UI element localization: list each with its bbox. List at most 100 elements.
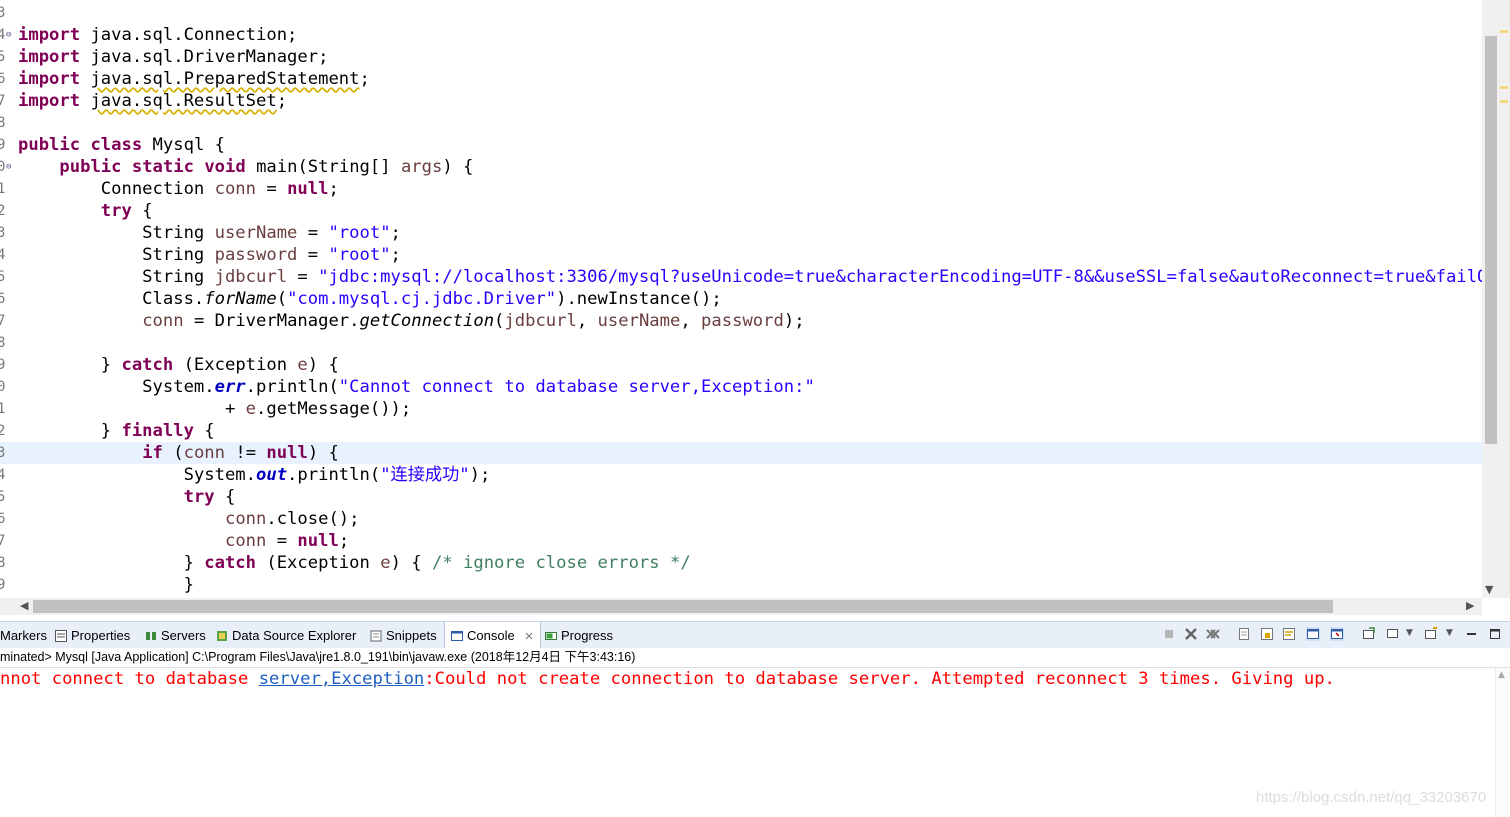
tab-snippets[interactable]: Snippets bbox=[370, 622, 437, 649]
data-source-icon bbox=[217, 631, 227, 641]
code-text: try { bbox=[100, 201, 153, 221]
tab-label: Servers bbox=[161, 628, 206, 643]
line-number: 6 bbox=[0, 291, 6, 307]
code-line[interactable]: 8 } catch (Exception e) { /* ignore clos… bbox=[0, 552, 1482, 574]
code-line[interactable]: 3 String userName = "root"; bbox=[0, 222, 1482, 244]
code-line[interactable]: 7 conn = null; bbox=[0, 530, 1482, 552]
code-line[interactable]: 0 ⊖ public static void main(String[] args… bbox=[0, 156, 1482, 178]
line-number: 7 bbox=[0, 313, 6, 329]
code-editor[interactable]: 3 4 ⊖ import java.sql.Connection; 5 import ja… bbox=[0, 0, 1482, 598]
line-number: 3 bbox=[0, 5, 6, 21]
maximize-icon[interactable] bbox=[1488, 627, 1502, 641]
code-line[interactable]: 1 + e.getMessage()); bbox=[0, 398, 1482, 420]
tab-markers[interactable]: Markers bbox=[0, 622, 47, 649]
code-line[interactable]: 9 } bbox=[0, 574, 1482, 596]
line-number: 0 bbox=[0, 379, 6, 395]
new-console-icon[interactable] bbox=[1424, 627, 1438, 641]
code-text: System.out.println("连接成功"); bbox=[18, 465, 491, 485]
fold-toggle-icon[interactable]: ⊖ bbox=[6, 156, 11, 178]
code-text: String password = "root"; bbox=[18, 245, 401, 265]
remove-launch-icon[interactable] bbox=[1184, 627, 1198, 641]
code-text: import java.sql.DriverManager; bbox=[18, 47, 329, 67]
warning-marker[interactable] bbox=[1500, 100, 1508, 103]
line-number: 3 bbox=[0, 445, 6, 461]
tab-servers[interactable]: Servers bbox=[145, 622, 206, 649]
code-line[interactable]: 4 System.out.println("连接成功"); bbox=[0, 464, 1482, 486]
chevron-down-icon[interactable]: ▼ bbox=[1446, 628, 1453, 638]
console-hyperlink[interactable]: server,Exception bbox=[259, 669, 425, 689]
code-line[interactable]: 8 bbox=[0, 112, 1482, 134]
code-text: conn = null; bbox=[224, 531, 350, 551]
display-selected-console-icon[interactable] bbox=[1386, 627, 1400, 641]
code-text: String jdbcurl = "jdbc:mysql://localhost… bbox=[18, 267, 1482, 287]
line-number: 5 bbox=[0, 489, 6, 505]
code-line[interactable]: 5 import java.sql.DriverManager; bbox=[0, 46, 1482, 68]
code-line[interactable]: 7 conn = DriverManager.getConnection(jdb… bbox=[0, 310, 1482, 332]
code-line[interactable]: 1 Connection conn = null; bbox=[0, 178, 1482, 200]
pin-console-icon[interactable] bbox=[1306, 627, 1320, 641]
code-line[interactable]: 4 String password = "root"; bbox=[0, 244, 1482, 266]
code-text: try { bbox=[183, 487, 236, 507]
code-line[interactable]: 5 String jdbcurl = "jdbc:mysql://localho… bbox=[0, 266, 1482, 288]
code-text: + e.getMessage()); bbox=[18, 399, 412, 419]
code-text: } catch (Exception e) { /* ignore close … bbox=[18, 553, 691, 573]
code-line[interactable]: 6 import java.sql.PreparedStatement; bbox=[0, 68, 1482, 90]
tab-data-source-explorer[interactable]: Data Source Explorer bbox=[216, 622, 356, 649]
editor-vertical-scroll-thumb[interactable] bbox=[1485, 36, 1497, 444]
console-error-text: :Could not create connection to database… bbox=[424, 669, 1335, 689]
code-text: if (conn != null) { bbox=[142, 443, 339, 463]
line-number: 4 bbox=[0, 467, 6, 483]
code-line[interactable]: 3 bbox=[0, 2, 1482, 24]
line-number: 6 bbox=[0, 511, 6, 527]
line-number: 9 bbox=[0, 357, 6, 373]
scroll-down-arrow-icon[interactable]: ▼ bbox=[1485, 583, 1493, 596]
scroll-right-arrow-icon[interactable]: ▶ bbox=[1466, 599, 1474, 612]
line-number: 2 bbox=[0, 423, 6, 439]
code-line[interactable]: 2 try { bbox=[0, 200, 1482, 222]
code-line[interactable]: 0 System.err.println("Cannot connect to … bbox=[0, 376, 1482, 398]
terminate-icon[interactable] bbox=[1162, 627, 1176, 641]
scroll-lock-icon[interactable] bbox=[1260, 627, 1274, 641]
line-number: 2 bbox=[0, 203, 6, 219]
code-line[interactable]: 6 Class.forName("com.mysql.cj.jdbc.Drive… bbox=[0, 288, 1482, 310]
tab-properties[interactable]: Properties bbox=[55, 622, 130, 649]
code-line[interactable]: 4 ⊖ import java.sql.Connection; bbox=[0, 24, 1482, 46]
editor-horizontal-scroll-thumb[interactable] bbox=[33, 600, 1333, 613]
code-line[interactable]: 3 if (conn != null) { bbox=[0, 442, 1482, 464]
code-line[interactable]: 7 import java.sql.ResultSet; bbox=[0, 90, 1482, 112]
tab-label: Markers bbox=[0, 628, 47, 643]
console-vertical-scrollbar[interactable] bbox=[1495, 668, 1510, 817]
fold-toggle-icon[interactable]: ⊖ bbox=[6, 24, 11, 46]
clear-console-icon[interactable] bbox=[1238, 627, 1252, 641]
code-line[interactable]: 9 public class Mysql { bbox=[0, 134, 1482, 156]
code-line[interactable]: 8 bbox=[0, 332, 1482, 354]
tab-console[interactable]: Console ✕ bbox=[444, 622, 541, 649]
warning-marker[interactable] bbox=[1500, 86, 1508, 89]
minimize-icon[interactable] bbox=[1465, 627, 1479, 641]
progress-icon bbox=[545, 632, 557, 640]
line-number: 7 bbox=[0, 533, 6, 549]
code-text: import java.sql.ResultSet; bbox=[18, 91, 288, 111]
scroll-up-arrow-icon[interactable]: ▲ bbox=[1498, 670, 1505, 680]
scroll-left-arrow-icon[interactable]: ◀ bbox=[20, 599, 28, 612]
word-wrap-icon[interactable] bbox=[1282, 627, 1296, 641]
close-tab-icon[interactable]: ✕ bbox=[524, 630, 533, 643]
code-line[interactable]: 2 } finally { bbox=[0, 420, 1482, 442]
line-number: 7 bbox=[0, 93, 6, 109]
snippets-icon bbox=[370, 630, 382, 642]
display-console-icon[interactable] bbox=[1330, 627, 1344, 641]
tab-progress[interactable]: Progress bbox=[545, 622, 613, 649]
remove-all-icon[interactable] bbox=[1206, 627, 1220, 641]
code-text: Class.forName("com.mysql.cj.jdbc.Driver"… bbox=[18, 289, 722, 309]
tab-label: Progress bbox=[561, 628, 614, 643]
line-number: 9 bbox=[0, 577, 6, 593]
code-line[interactable]: 6 conn.close(); bbox=[0, 508, 1482, 530]
code-line[interactable]: 9 } catch (Exception e) { bbox=[0, 354, 1482, 376]
open-console-icon[interactable] bbox=[1362, 627, 1376, 641]
code-text: conn.close(); bbox=[224, 509, 360, 529]
chevron-down-icon[interactable]: ▼ bbox=[1406, 628, 1413, 638]
code-line[interactable]: 5 try { bbox=[0, 486, 1482, 508]
line-number: 5 bbox=[0, 269, 6, 285]
line-number: 6 bbox=[0, 71, 6, 87]
warning-marker[interactable] bbox=[1500, 30, 1508, 33]
